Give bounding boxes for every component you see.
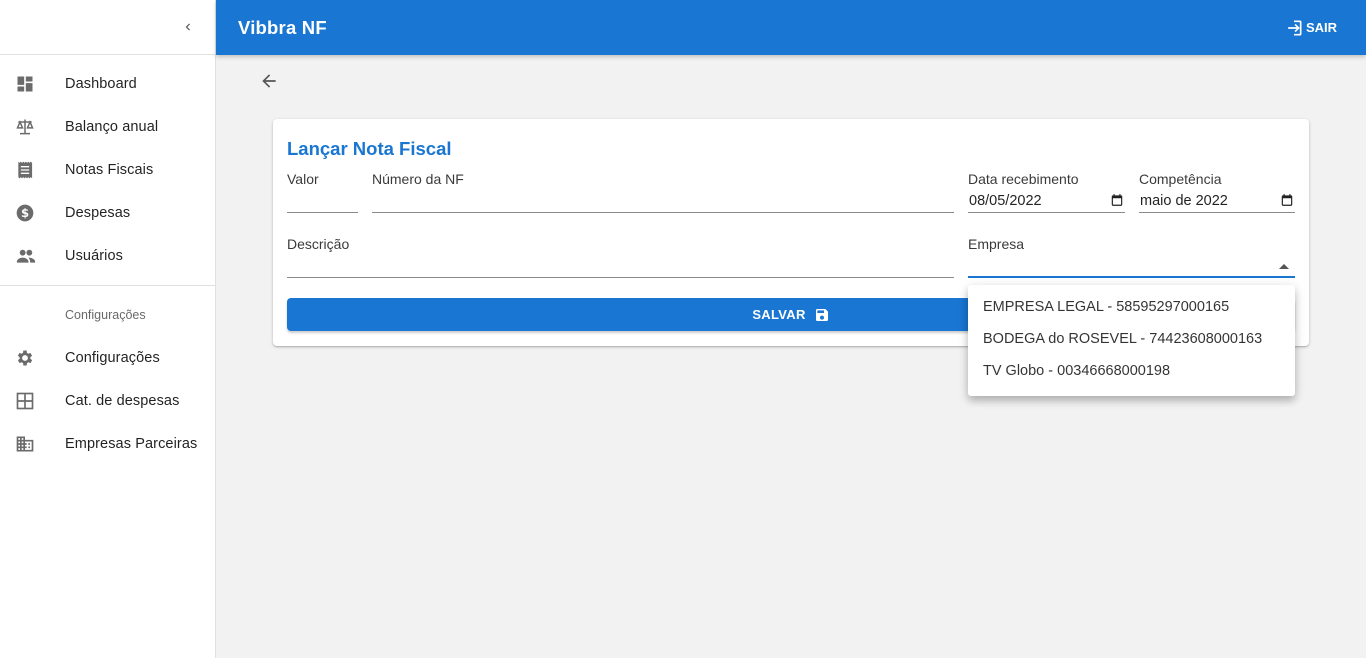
sidebar: Dashboard Balanço anual Notas Fiscais $ … [0, 0, 216, 658]
logout-label: SAIR [1305, 20, 1337, 35]
sidebar-item-label: Configurações [65, 349, 160, 366]
collapse-sidebar-button[interactable] [175, 14, 201, 40]
empresa-option[interactable]: TV Globo - 00346668000198 [968, 355, 1295, 387]
competencia-value: maio de 2022 [1140, 192, 1228, 209]
main-nav: Dashboard Balanço anual Notas Fiscais $ … [0, 55, 215, 277]
sidebar-header [0, 0, 215, 55]
grid-icon [0, 391, 65, 411]
form-title: Lançar Nota Fiscal [287, 138, 452, 159]
sidebar-item-despesas[interactable]: $ Despesas [0, 191, 215, 234]
caret-up-icon [1279, 264, 1289, 269]
empresa-option[interactable]: BODEGA do ROSEVEL - 74423608000163 [968, 323, 1295, 355]
descricao-input[interactable] [287, 254, 954, 278]
calendar-icon[interactable] [1280, 193, 1294, 207]
data-recebimento-input[interactable]: 08/05/2022 [968, 189, 1125, 213]
receipt-icon [0, 160, 65, 180]
numero-nf-field: Número da NF [372, 171, 954, 218]
people-icon [0, 246, 65, 266]
data-recebimento-label: Data recebimento [968, 171, 1079, 187]
building-icon [0, 434, 65, 454]
sidebar-item-empresas-parceiras[interactable]: Empresas Parceiras [0, 422, 215, 465]
config-section-label: Configurações [65, 307, 146, 322]
balance-scale-icon [0, 117, 65, 137]
sidebar-item-label: Empresas Parceiras [65, 435, 198, 452]
floppy-disk-icon [815, 308, 828, 321]
empresa-option[interactable]: EMPRESA LEGAL - 58595297000165 [968, 291, 1295, 323]
sidebar-item-cat-despesas[interactable]: Cat. de despesas [0, 379, 215, 422]
chevron-left-icon [185, 23, 190, 31]
valor-input[interactable] [287, 189, 358, 213]
back-button[interactable] [256, 68, 282, 94]
sidebar-item-dashboard[interactable]: Dashboard [0, 62, 215, 105]
save-label: SALVAR [752, 307, 806, 322]
empresa-field: Empresa [968, 236, 1295, 284]
sidebar-item-balanco[interactable]: Balanço anual [0, 105, 215, 148]
app-bar: Vibbra NF SAIR [216, 0, 1366, 55]
sidebar-item-label: Usuários [65, 247, 124, 264]
empresa-select[interactable] [968, 254, 1295, 278]
dashboard-icon [0, 74, 65, 94]
sidebar-item-notas-fiscais[interactable]: Notas Fiscais [0, 148, 215, 191]
config-nav: Configurações Cat. de despesas Empresas … [0, 336, 215, 465]
numero-nf-label: Número da NF [372, 171, 464, 187]
empresa-label: Empresa [968, 236, 1025, 252]
valor-field: Valor [287, 171, 358, 218]
logout-icon [1288, 20, 1302, 35]
sidebar-item-label: Balanço anual [65, 118, 159, 135]
sidebar-item-label: Dashboard [65, 75, 137, 92]
svg-text:$: $ [21, 206, 29, 220]
descricao-field: Descrição [287, 236, 954, 283]
dollar-icon: $ [0, 203, 65, 223]
sidebar-item-configuracoes[interactable]: Configurações [0, 336, 215, 379]
gear-icon [0, 348, 65, 368]
competencia-input[interactable]: maio de 2022 [1139, 189, 1295, 213]
sidebar-item-usuarios[interactable]: Usuários [0, 234, 215, 277]
arrow-back-icon [262, 74, 276, 88]
logout-button[interactable]: SAIR [1284, 18, 1337, 38]
numero-nf-input[interactable] [372, 189, 954, 213]
app-title: Vibbra NF [238, 16, 327, 38]
competencia-label: Competência [1139, 171, 1222, 187]
sidebar-item-label: Despesas [65, 204, 131, 221]
calendar-icon[interactable] [1110, 193, 1124, 207]
sidebar-item-label: Cat. de despesas [65, 392, 180, 409]
empresa-dropdown-menu: EMPRESA LEGAL - 58595297000165 BODEGA do… [968, 285, 1295, 396]
descricao-label: Descrição [287, 236, 350, 252]
data-recebimento-value: 08/05/2022 [969, 192, 1042, 209]
data-recebimento-field: Data recebimento 08/05/2022 [968, 171, 1125, 218]
sidebar-item-label: Notas Fiscais [65, 161, 154, 178]
valor-label: Valor [287, 171, 319, 187]
competencia-field: Competência maio de 2022 [1139, 171, 1295, 218]
